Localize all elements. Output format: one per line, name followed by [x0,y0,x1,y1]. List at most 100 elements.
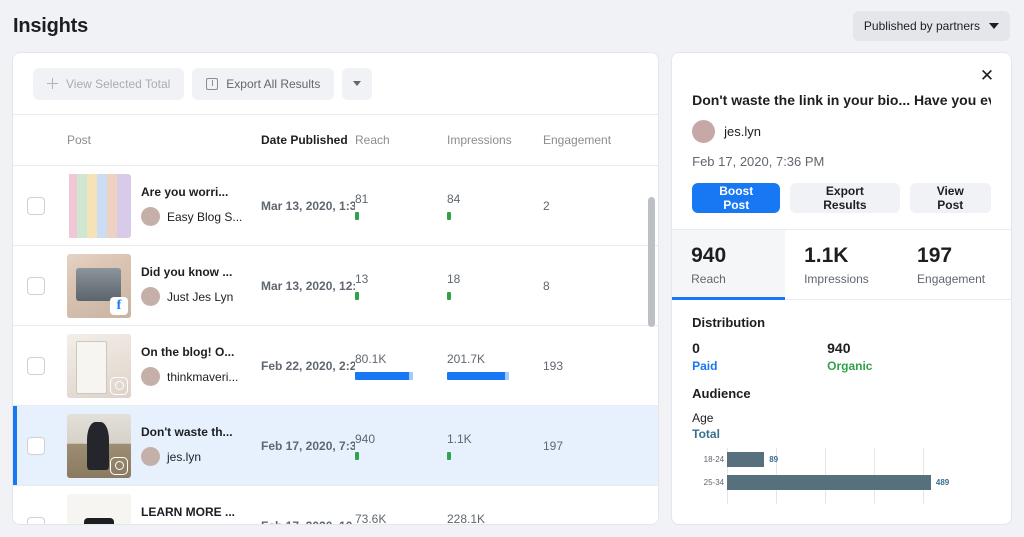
metric-tab-value: 1.1K [804,244,898,268]
impressions-value: 201.7K [447,352,543,366]
post-thumbnail[interactable] [67,334,131,398]
metric-bar [355,452,359,460]
engagement-value: 193 [543,359,643,373]
metric-tab-reach[interactable]: 940Reach [672,230,785,299]
post-author: thinkmaveri... [141,367,238,386]
engagement-value: 2 [543,199,643,213]
chevron-down-icon [353,81,361,86]
reach-cell: 13 [355,272,447,300]
close-icon[interactable]: ✕ [975,63,999,87]
avatar [141,367,160,386]
metric-bar [447,372,509,380]
table-row[interactable]: fDid you know ...Just Jes LynMar 13, 202… [13,246,658,326]
table-row[interactable]: Don't waste th...jes.lynFeb 17, 2020, 7:… [13,406,658,486]
detail-author: jes.lyn [692,120,991,143]
impressions-cell: 84 [447,192,543,220]
row-checkbox[interactable] [27,517,45,526]
avatar [141,447,160,466]
page-title: Insights [13,15,88,38]
chart-category-label: 18-24 [692,455,724,464]
impressions-value: 84 [447,192,543,206]
detail-author-name: jes.lyn [724,124,761,139]
column-header-post[interactable]: Post [67,133,261,147]
metric-tab-value: 940 [691,244,785,268]
instagram-icon [110,457,128,475]
chevron-down-icon [989,23,999,29]
audience-age-label: Age [692,411,991,425]
metric-tab-engagement[interactable]: 197Engagement [898,230,1011,299]
reach-value: 81 [355,192,447,206]
row-checkbox[interactable] [27,197,45,215]
page-header: Insights Published by partners [0,0,1024,52]
row-checkbox[interactable] [27,437,45,455]
engagement-value: -- [543,519,643,526]
table-body: Are you worri...Easy Blog S...Mar 13, 20… [13,166,658,525]
reach-value: 73.6K [355,512,447,526]
download-icon [206,78,218,90]
post-cell: fDid you know ...Just Jes Lyn [67,254,261,318]
detail-actions: Boost Post Export Results View Post [692,183,991,213]
export-results-button[interactable]: Export Results [790,183,899,213]
post-author: jes.lyn [141,447,233,466]
post-author: Easy Blog S... [141,207,242,226]
table-scrollbar[interactable] [648,105,655,522]
export-options-dropdown[interactable] [342,68,372,100]
impressions-value: 18 [447,272,543,286]
column-header-impressions[interactable]: Impressions [447,133,543,147]
metric-bar [447,452,451,460]
avatar [141,287,160,306]
post-thumbnail[interactable] [67,174,131,238]
published-by-partners-filter[interactable]: Published by partners [853,11,1010,41]
post-thumbnail[interactable] [67,494,131,526]
post-detail-panel: ✕ Don't waste the link in your bio... Ha… [671,52,1012,525]
reach-cell: 940 [355,432,447,460]
column-header-reach[interactable]: Reach [355,133,447,147]
table-header-row: Post Date Published Reach Impressions En… [13,115,658,166]
distribution-paid: 0 Paid [692,340,827,373]
table-scrollbar-thumb[interactable] [648,197,655,327]
metric-tab-impressions[interactable]: 1.1KImpressions [785,230,898,299]
export-all-results-button[interactable]: Export All Results [192,68,334,100]
paid-value: 0 [692,340,827,356]
row-checkbox[interactable] [27,357,45,375]
audience-section: Audience Age Total 18-248925-34489 [672,373,1011,504]
engagement-value: 197 [543,439,643,453]
insights-table-panel: View Selected Total Export All Results P… [12,52,659,525]
reach-cell: 81 [355,192,447,220]
table-row[interactable]: Are you worri...Easy Blog S...Mar 13, 20… [13,166,658,246]
organic-value: 940 [827,340,962,356]
plus-icon [47,78,58,89]
main-content: View Selected Total Export All Results P… [0,52,1024,537]
audience-age-chart: 18-248925-34489 [692,448,991,504]
post-cell: LEARN MORE ... [67,494,261,526]
column-header-engagement[interactable]: Engagement [543,133,643,147]
row-checkbox-cell [27,357,67,375]
organic-label: Organic [827,359,962,373]
audience-total-label[interactable]: Total [692,427,991,441]
chart-bar-row: 18-2489 [727,448,991,471]
boost-post-button[interactable]: Boost Post [692,183,780,213]
post-date: Mar 13, 2020, 12:4 [261,279,355,293]
column-header-date-published[interactable]: Date Published [261,133,355,147]
distribution-heading: Distribution [692,315,991,330]
row-checkbox[interactable] [27,277,45,295]
post-cell: On the blog! O...thinkmaveri... [67,334,261,398]
post-thumbnail[interactable]: f [67,254,131,318]
post-author-name: Easy Blog S... [167,210,242,224]
engagement-value: 8 [543,279,643,293]
view-post-button[interactable]: View Post [910,183,991,213]
impressions-cell: 201.7K [447,352,543,380]
post-author: Just Jes Lyn [141,287,233,306]
metric-bar [355,292,359,300]
table-row[interactable]: On the blog! O...thinkmaveri...Feb 22, 2… [13,326,658,406]
reach-value: 80.1K [355,352,447,366]
chart-category-label: 25-34 [692,478,724,487]
chart-bar [727,475,931,490]
distribution-organic: 940 Organic [827,340,962,373]
distribution-section: Distribution 0 Paid 940 Organic [672,300,1011,373]
table-row[interactable]: LEARN MORE ...Feb 17, 2020, 10:173.6K228… [13,486,658,525]
paid-label: Paid [692,359,827,373]
post-cell: Don't waste th...jes.lyn [67,414,261,478]
view-selected-total-button[interactable]: View Selected Total [33,68,184,100]
post-thumbnail[interactable] [67,414,131,478]
